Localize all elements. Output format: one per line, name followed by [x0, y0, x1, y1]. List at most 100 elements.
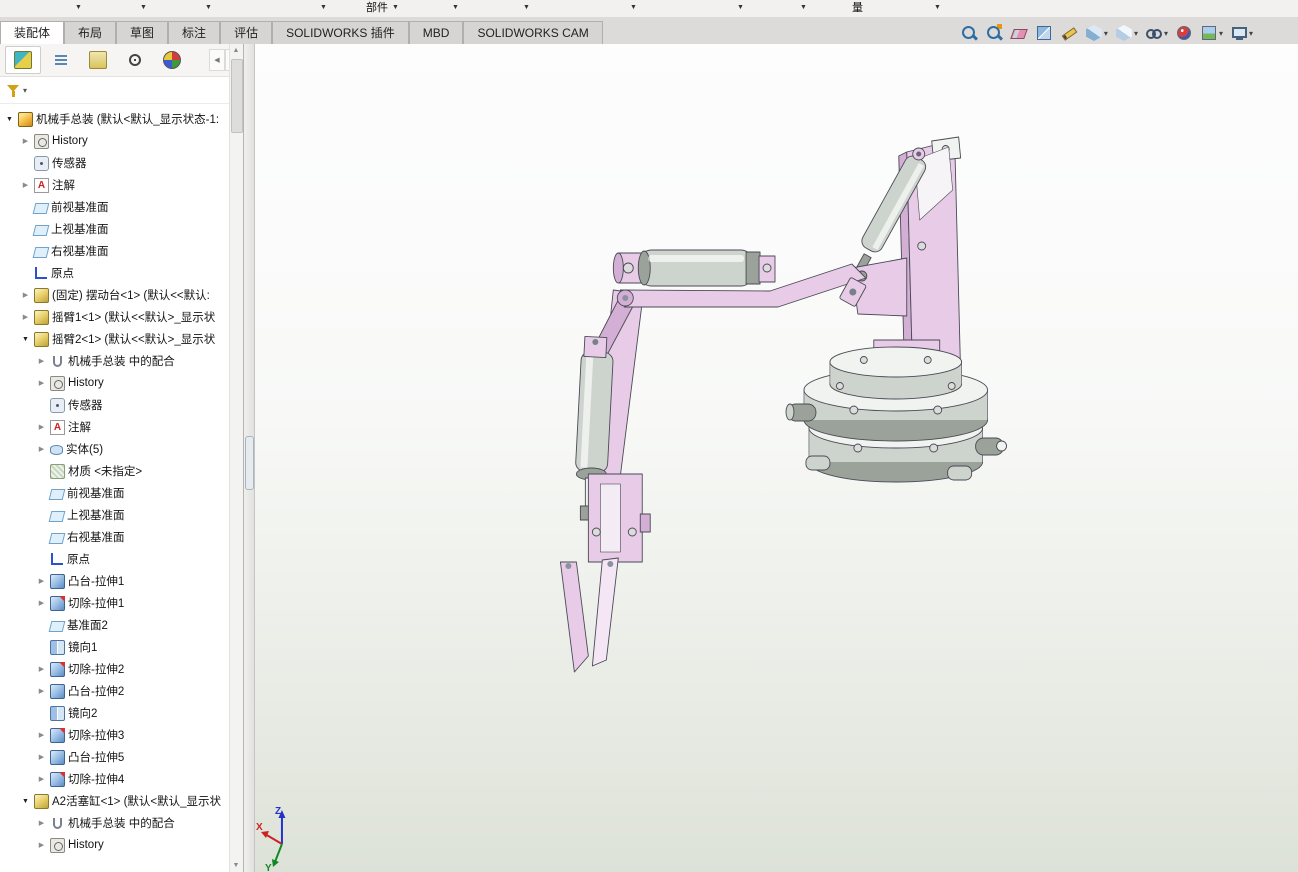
tree-item[interactable]: ▶切除-拉伸1	[0, 592, 243, 614]
ribbon-tab-草图[interactable]: 草图	[116, 21, 168, 44]
toolbar-dropdown-arrow-icon[interactable]: ▼	[800, 4, 807, 11]
expand-arrow-icon[interactable]: ▼	[20, 798, 31, 805]
edit-appearance-button[interactable]	[1174, 23, 1194, 43]
ribbon-tab-装配体[interactable]: 装配体	[0, 21, 64, 44]
tree-item[interactable]: ▶机械手总装 中的配合	[0, 812, 243, 834]
toolbar-dropdown-arrow-icon[interactable]: ▼	[452, 4, 459, 11]
ribbon-tab-标注[interactable]: 标注	[168, 21, 220, 44]
tree-item[interactable]: ▶切除-拉伸4	[0, 768, 243, 790]
scroll-down-icon[interactable]	[230, 859, 242, 872]
tree-item[interactable]: ▶切除-拉伸2	[0, 658, 243, 680]
dropdown-arrow-icon[interactable]: ▾	[1134, 29, 1138, 38]
graphics-viewport[interactable]: Z X Y	[255, 44, 1298, 872]
tree-item[interactable]: ▶注解	[0, 416, 243, 438]
dimxpertmanager-tab[interactable]	[118, 47, 152, 73]
dropdown-arrow-icon[interactable]: ▾	[1219, 29, 1223, 38]
tree-item[interactable]: ▼机械手总装 (默认<默认_显示状态-1:	[0, 108, 243, 130]
tree-item[interactable]: 原点	[0, 548, 243, 570]
splitter-handle[interactable]	[245, 436, 254, 490]
expand-arrow-icon[interactable]: ▶	[20, 291, 31, 299]
tree-item[interactable]: ▶History	[0, 130, 243, 152]
scroll-up-icon[interactable]	[230, 44, 242, 57]
tree-item[interactable]: 材质 <未指定>	[0, 460, 243, 482]
tree-item[interactable]: 右视基准面	[0, 526, 243, 548]
expand-arrow-icon[interactable]: ▶	[36, 819, 47, 827]
tree-item[interactable]: ▶凸台-拉伸2	[0, 680, 243, 702]
expand-arrow-icon[interactable]: ▶	[36, 731, 47, 739]
dropdown-arrow-icon[interactable]: ▾	[1164, 29, 1168, 38]
tree-item[interactable]: 原点	[0, 262, 243, 284]
tree-item[interactable]: 上视基准面	[0, 504, 243, 526]
expand-arrow-icon[interactable]: ▶	[36, 423, 47, 431]
tree-item[interactable]: 镜向1	[0, 636, 243, 658]
panel-splitter[interactable]	[244, 44, 255, 872]
featuremanager-tab[interactable]	[5, 46, 41, 74]
tree-item[interactable]: ▼摇臂2<1> (默认<<默认>_显示状	[0, 328, 243, 350]
tree-item[interactable]: ▶凸台-拉伸5	[0, 746, 243, 768]
ribbon-tab-评估[interactable]: 评估	[220, 21, 272, 44]
robot-arm-model[interactable]	[560, 137, 1006, 672]
dropdown-arrow-icon[interactable]: ▾	[1104, 29, 1108, 38]
expand-arrow-icon[interactable]: ▶	[20, 313, 31, 321]
view-settings-button[interactable]: ▾	[1229, 23, 1254, 43]
propertymanager-tab[interactable]	[44, 47, 78, 73]
display-style-button[interactable]: ▾	[1114, 23, 1139, 43]
expand-arrow-icon[interactable]: ▶	[36, 577, 47, 585]
tree-item[interactable]: 传感器	[0, 152, 243, 174]
tree-item[interactable]: ▶实体(5)	[0, 438, 243, 460]
filter-dropdown-arrow-icon[interactable]: ▾	[23, 86, 27, 95]
expand-arrow-icon[interactable]: ▶	[36, 753, 47, 761]
apply-scene-button[interactable]: ▾	[1199, 23, 1224, 43]
toolbar-dropdown-arrow-icon[interactable]: ▼	[75, 4, 82, 11]
tree-item[interactable]: ▶History	[0, 834, 243, 856]
ribbon-tab-SOLIDWORKS 插件[interactable]: SOLIDWORKS 插件	[272, 21, 409, 44]
tree-scrollbar[interactable]	[229, 44, 243, 872]
expand-arrow-icon[interactable]: ▶	[36, 665, 47, 673]
toolbar-dropdown-arrow-icon[interactable]: ▼	[630, 4, 637, 11]
toolbar-dropdown-arrow-icon[interactable]: ▼	[934, 4, 941, 11]
expand-arrow-icon[interactable]: ▶	[20, 137, 31, 145]
ribbon-tab-布局[interactable]: 布局	[64, 21, 116, 44]
tab-scroll-left-button[interactable]: ◀	[209, 49, 225, 71]
tree-item[interactable]: 前视基准面	[0, 196, 243, 218]
filter-icon[interactable]	[6, 83, 20, 98]
tree-item[interactable]: 上视基准面	[0, 218, 243, 240]
expand-arrow-icon[interactable]: ▼	[20, 336, 31, 343]
tree-item[interactable]: 前视基准面	[0, 482, 243, 504]
tree-item[interactable]: ▶History	[0, 372, 243, 394]
zoom-to-area-button[interactable]	[984, 23, 1004, 43]
tree-item[interactable]: ▼A2活塞缸<1> (默认<默认_显示状	[0, 790, 243, 812]
section-view-button[interactable]	[1034, 23, 1054, 43]
expand-arrow-icon[interactable]: ▶	[36, 445, 47, 453]
tree-item[interactable]: 镜向2	[0, 702, 243, 724]
zoom-to-fit-button[interactable]	[959, 23, 979, 43]
tree-item[interactable]: ▶(固定) 摆动台<1> (默认<<默认:	[0, 284, 243, 306]
displaymanager-tab[interactable]	[155, 47, 189, 73]
toolbar-dropdown-arrow-icon[interactable]: ▼	[523, 4, 530, 11]
toolbar-dropdown-arrow-icon[interactable]: ▼	[205, 4, 212, 11]
expand-arrow-icon[interactable]: ▶	[36, 357, 47, 365]
tree-item[interactable]: 传感器	[0, 394, 243, 416]
tree-item[interactable]: ▶注解	[0, 174, 243, 196]
toolbar-dropdown-arrow-icon[interactable]: ▼	[320, 4, 327, 11]
previous-view-button[interactable]	[1009, 23, 1029, 43]
expand-arrow-icon[interactable]: ▶	[36, 687, 47, 695]
expand-arrow-icon[interactable]: ▶	[36, 775, 47, 783]
view-orientation-button[interactable]: ▾	[1084, 23, 1109, 43]
tree-item[interactable]: ▶机械手总装 中的配合	[0, 350, 243, 372]
annotation-view-button[interactable]	[1059, 23, 1079, 43]
dropdown-arrow-icon[interactable]: ▾	[1249, 29, 1253, 38]
ribbon-tab-SOLIDWORKS CAM[interactable]: SOLIDWORKS CAM	[463, 21, 602, 44]
tree-item[interactable]: 右视基准面	[0, 240, 243, 262]
toolbar-dropdown-arrow-icon[interactable]: ▼	[140, 4, 147, 11]
tree-item[interactable]: ▶摇臂1<1> (默认<<默认>_显示状	[0, 306, 243, 328]
hide-show-items-button[interactable]: ▾	[1144, 23, 1169, 43]
expand-arrow-icon[interactable]: ▶	[36, 841, 47, 849]
expand-arrow-icon[interactable]: ▶	[36, 379, 47, 387]
scrollbar-thumb[interactable]	[231, 59, 243, 133]
toolbar-dropdown-arrow-icon[interactable]: ▼	[392, 4, 399, 11]
expand-arrow-icon[interactable]: ▶	[20, 181, 31, 189]
expand-arrow-icon[interactable]: ▶	[36, 599, 47, 607]
toolbar-dropdown-arrow-icon[interactable]: ▼	[737, 4, 744, 11]
tree-item[interactable]: 基准面2	[0, 614, 243, 636]
